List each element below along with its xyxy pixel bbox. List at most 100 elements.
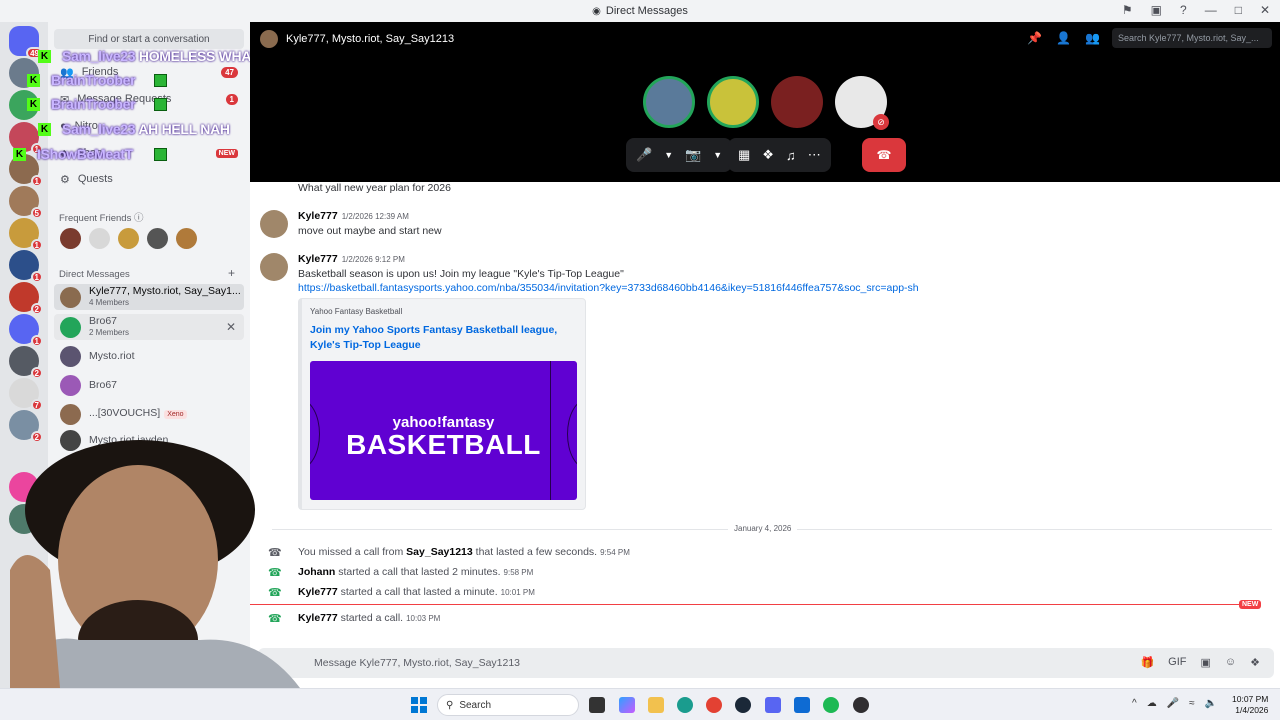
dm-item[interactable]: Mysto.riot (54, 343, 244, 369)
windows-start-icon[interactable] (411, 697, 427, 713)
avatar[interactable] (89, 228, 110, 249)
info-icon[interactable]: ⓘ (134, 213, 144, 224)
taskbar-search[interactable]: ⚲ Search (437, 694, 579, 716)
soundboard-icon[interactable]: ♫ (786, 148, 796, 163)
server-icon[interactable]: 2 (9, 346, 43, 379)
participant-avatar[interactable]: ⊘ (835, 76, 889, 130)
sticker-icon[interactable]: ▣ (1200, 656, 1210, 669)
home-server-button[interactable]: 49 (9, 26, 43, 59)
participant-avatar[interactable] (771, 76, 823, 128)
help-icon[interactable]: ? (1180, 3, 1187, 17)
overlay-username: Sam_live23 (62, 121, 136, 137)
inbox-icon[interactable]: ▣ (1151, 3, 1162, 17)
close-icon[interactable]: ✕ (1260, 3, 1270, 17)
add-friends-icon[interactable]: 👤 (1056, 31, 1071, 45)
microphone-icon[interactable]: 🎤 (636, 147, 652, 163)
spotify-icon[interactable] (823, 697, 839, 713)
participant-avatar[interactable] (707, 76, 759, 128)
avatar[interactable] (60, 228, 81, 249)
dm-item[interactable]: Kyle777, Mysto.riot, Say_Say1... 4 Member… (54, 284, 244, 310)
edge-icon[interactable] (677, 697, 693, 713)
nav-label: Quests (77, 173, 113, 185)
emoji-icon[interactable]: ☺ (1225, 656, 1236, 669)
dm-item[interactable]: ...[30VOUCHS] Xeno (54, 401, 244, 427)
chevron-down-icon[interactable]: ▼ (713, 150, 722, 160)
chevron-up-icon[interactable]: ^ (1132, 698, 1137, 709)
server-icon[interactable]: 2 (9, 410, 43, 443)
invitation-link[interactable]: https://basketball.fantasysports.yahoo.c… (298, 282, 919, 294)
gif-icon[interactable]: GIF (1168, 656, 1186, 669)
dm-item[interactable]: Bro67 2 Members ✕ (54, 314, 244, 340)
apps-icon[interactable]: ❖ (1250, 656, 1260, 669)
embed-image[interactable]: yahoo!fantasy BASKETBALL (310, 361, 577, 500)
emote-icon (154, 148, 167, 161)
discord-icon[interactable] (765, 697, 781, 713)
members-icon[interactable]: 👥 (1085, 31, 1100, 45)
maximize-icon[interactable]: □ (1235, 3, 1242, 17)
embed-provider: Yahoo Fantasy Basketball (310, 307, 403, 316)
minimize-icon[interactable]: — (1205, 3, 1217, 17)
store-icon[interactable] (794, 697, 810, 713)
event-user[interactable]: Johann (298, 566, 335, 578)
event-user[interactable]: Kyle777 (298, 612, 338, 624)
server-icon[interactable]: 7 (9, 378, 43, 411)
pin-icon[interactable]: 📌 (1027, 31, 1042, 45)
message-author[interactable]: Kyle777 (298, 210, 338, 222)
server-icon[interactable]: 1 (9, 218, 43, 251)
server-icon[interactable]: 5 (9, 186, 43, 219)
server-icon[interactable]: 1 (9, 314, 43, 347)
flag-icon[interactable]: ⚑ (1122, 3, 1133, 17)
avatar (60, 345, 81, 367)
link-embed: Yahoo Fantasy Basketball Join my Yahoo S… (298, 298, 586, 510)
wifi-icon[interactable]: ≈ (1189, 698, 1195, 709)
message-author[interactable]: Kyle777 (298, 253, 338, 265)
volume-icon[interactable]: 🔈 (1205, 698, 1217, 709)
dm-name: Bro67 (89, 379, 118, 391)
network-icon[interactable]: ☁ (1147, 698, 1157, 709)
avatar[interactable] (176, 228, 197, 249)
window-controls: ⚑ ▣ ? — □ ✕ (1122, 3, 1270, 17)
call-search-input[interactable]: Search Kyle777, Mysto.riot, Say_... (1112, 28, 1272, 48)
taskview-icon[interactable] (589, 697, 605, 713)
server-icon[interactable]: 2 (9, 282, 43, 315)
obs-icon[interactable] (853, 697, 869, 713)
screen-share-icon[interactable]: ▦ (738, 147, 750, 163)
event-time: 10:01 PM (500, 588, 535, 597)
server-icon[interactable]: 1 (9, 250, 43, 283)
chevron-down-icon[interactable]: ▼ (664, 150, 673, 160)
event-user[interactable]: Kyle777 (298, 586, 338, 598)
mic-icon[interactable]: 🎤 (1167, 698, 1179, 709)
more-icon[interactable]: ⋯ (808, 147, 821, 163)
call-event: You missed a call from Say_Say1213 that … (298, 546, 630, 558)
nav-quests[interactable]: ⚙ Quests (54, 167, 244, 191)
event-user[interactable]: Say_Say1213 (406, 546, 473, 558)
conversation-search-input[interactable]: Find or start a conversation (54, 29, 244, 49)
leave-call-button[interactable]: ☎ (862, 138, 906, 172)
kick-icon: K (38, 123, 51, 136)
message-composer[interactable]: Message Kyle777, Mysto.riot, Say_Say1213… (258, 648, 1274, 678)
avatar[interactable] (260, 210, 288, 238)
chrome-icon[interactable] (706, 697, 722, 713)
dm-item[interactable]: Bro67 (54, 372, 244, 398)
avatar[interactable] (147, 228, 168, 249)
avatar[interactable] (260, 253, 288, 281)
gift-icon[interactable]: 🎁 (1140, 656, 1154, 669)
emote-icon (154, 98, 167, 111)
copilot-icon[interactable] (619, 697, 635, 713)
clock-date: 1/4/2026 (1235, 705, 1269, 715)
overlay-username: IShowBeMeatT (37, 146, 133, 162)
camera-off-icon[interactable]: 📷 (685, 147, 701, 163)
embed-title[interactable]: Join my Yahoo Sports Fantasy Basketball … (310, 323, 576, 353)
frequent-friends-row (60, 228, 197, 249)
close-dm-icon[interactable]: ✕ (226, 320, 236, 334)
new-badge: NEW (215, 148, 238, 158)
taskbar-clock[interactable]: 10:07 PM 1/4/2026 (1232, 694, 1268, 716)
dm-name-row: ...[30VOUCHS] Xeno (89, 408, 187, 420)
participant-avatar[interactable] (643, 76, 695, 128)
activities-icon[interactable]: ❖ (762, 147, 774, 163)
steam-icon[interactable] (735, 697, 751, 713)
create-dm-icon[interactable]: + (228, 266, 235, 280)
file-explorer-icon[interactable] (648, 697, 664, 713)
avatar[interactable] (118, 228, 139, 249)
call-event: Kyle777 started a call. 10:03 PM (298, 612, 440, 624)
